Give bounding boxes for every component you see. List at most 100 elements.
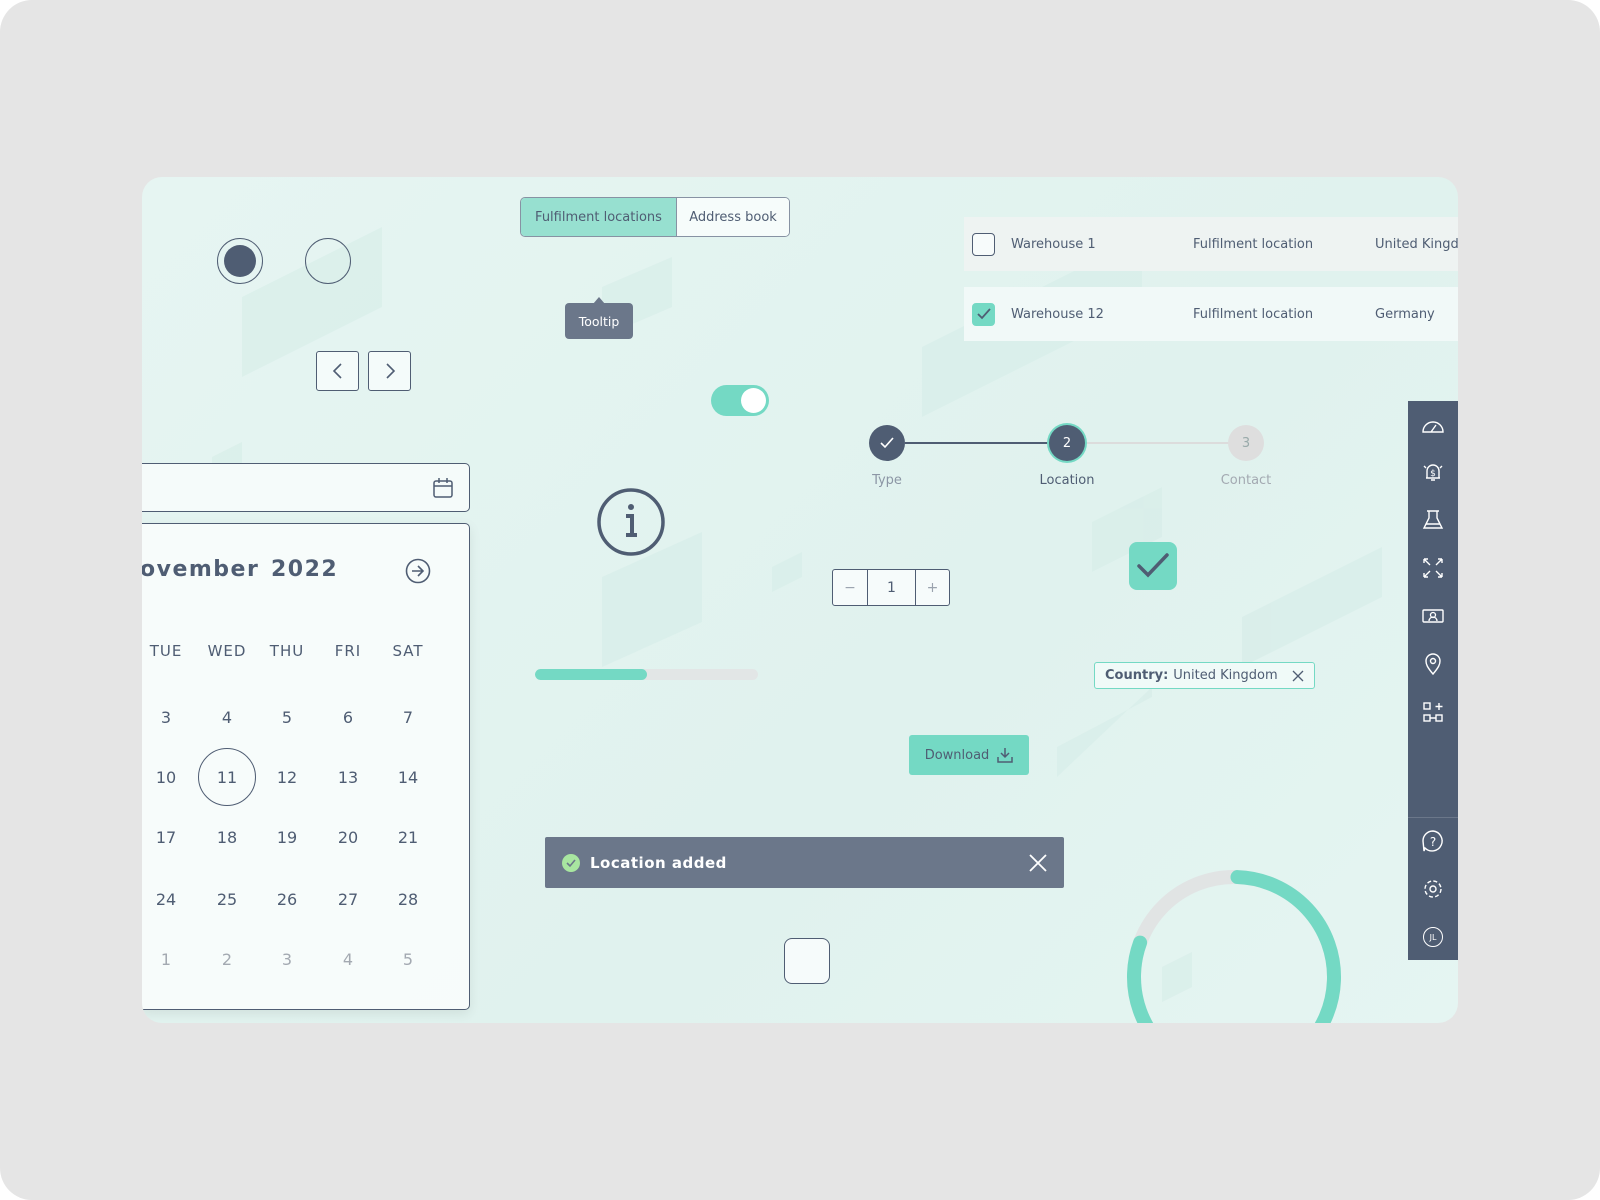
table-row[interactable]: Warehouse 1 Fulfilment location United K… <box>964 217 1458 271</box>
tag-key: Country: <box>1105 668 1169 683</box>
cell-country: Germany <box>1375 306 1435 322</box>
alarm-dollar-icon[interactable]: $ <box>1421 460 1445 484</box>
toggle-switch[interactable] <box>711 385 769 416</box>
svg-text:?: ? <box>1430 835 1436 849</box>
next-month-arrow-icon[interactable] <box>405 558 431 584</box>
calendar-day[interactable]: 11 <box>198 748 256 806</box>
check-circle-icon <box>562 853 580 872</box>
sidebar: $ ? JL <box>1408 401 1458 960</box>
calendar-day[interactable]: 7 <box>379 688 437 746</box>
calendar-day[interactable]: 19 <box>258 808 316 866</box>
download-button[interactable]: Download <box>909 735 1029 775</box>
avatar[interactable]: JL <box>1423 927 1443 947</box>
step-2-current[interactable]: 2 <box>1049 425 1085 461</box>
calendar-day[interactable]: 17 <box>142 808 195 866</box>
toast-message: Location added <box>590 853 727 872</box>
calendar-day[interactable]: 5 <box>258 688 316 746</box>
calendar-day[interactable]: 24 <box>142 870 195 928</box>
calendar-icon[interactable] <box>432 477 454 499</box>
next-page-button[interactable] <box>368 351 411 391</box>
calendar-day[interactable]: 27 <box>319 870 377 928</box>
add-module-icon[interactable] <box>1421 700 1445 724</box>
segment-fulfilment-locations[interactable]: Fulfilment locations <box>521 198 677 236</box>
table-row[interactable]: Warehouse 12 Fulfilment location Germany <box>964 287 1458 341</box>
calendar-month: ovember <box>142 557 260 582</box>
checkmark-icon <box>1137 553 1169 578</box>
weekday-header: FRI <box>334 642 362 660</box>
tag-value: United Kingdom <box>1173 668 1278 683</box>
svg-text:$: $ <box>1430 469 1436 479</box>
cell-name: Warehouse 1 <box>1011 236 1096 252</box>
weekday-header: SAT <box>392 642 424 660</box>
weekday-header: TUE <box>149 642 183 660</box>
radio-selected[interactable] <box>217 238 263 284</box>
step-label: Type <box>872 473 902 488</box>
calendar-day[interactable]: 4 <box>319 930 377 988</box>
calendar-year: 2022 <box>271 557 339 582</box>
locations-table: Warehouse 1 Fulfilment location United K… <box>964 217 1458 341</box>
calendar-day[interactable]: 14 <box>379 748 437 806</box>
filter-tag: Country: United Kingdom <box>1094 662 1315 689</box>
quantity-input[interactable]: 1 <box>868 570 916 605</box>
close-icon[interactable] <box>1029 854 1047 872</box>
expand-icon[interactable] <box>1421 556 1445 580</box>
sidebar-divider <box>1408 817 1458 818</box>
segment-address-book[interactable]: Address book <box>677 198 789 236</box>
large-checkbox-checked[interactable] <box>1129 542 1177 590</box>
calendar-day[interactable]: 4 <box>198 688 256 746</box>
radio-unselected[interactable] <box>305 238 351 284</box>
calendar-day[interactable]: 13 <box>319 748 377 806</box>
gear-icon[interactable] <box>1421 877 1445 901</box>
download-label: Download <box>924 747 990 763</box>
download-icon <box>997 748 1014 763</box>
increment-button[interactable]: + <box>916 570 949 605</box>
calendar-day[interactable]: 20 <box>319 808 377 866</box>
chevron-left-icon <box>332 363 342 379</box>
info-icon <box>597 488 665 556</box>
step-1-done[interactable] <box>869 425 905 461</box>
number-stepper: − 1 + <box>832 569 950 606</box>
location-pin-icon[interactable] <box>1421 652 1445 676</box>
calendar-day[interactable]: 10 <box>142 748 195 806</box>
progress-bar <box>535 669 758 680</box>
calendar-day[interactable]: 28 <box>379 870 437 928</box>
decrement-button[interactable]: − <box>833 570 868 605</box>
prev-page-button[interactable] <box>316 351 359 391</box>
help-icon[interactable]: ? <box>1421 829 1445 853</box>
date-input[interactable] <box>142 463 470 512</box>
row-checkbox[interactable] <box>972 232 995 256</box>
calendar-day[interactable]: 21 <box>379 808 437 866</box>
close-icon[interactable] <box>1292 670 1304 682</box>
cell-name: Warehouse 12 <box>1011 306 1104 322</box>
step-label: Contact <box>1220 473 1272 488</box>
segmented-control: Fulfilment locations Address book <box>520 197 790 237</box>
checkmark-icon <box>880 437 894 449</box>
calendar-day[interactable]: 26 <box>258 870 316 928</box>
ring-progress <box>1127 870 1341 1023</box>
calendar-day[interactable]: 18 <box>198 808 256 866</box>
flask-icon[interactable] <box>1421 508 1445 532</box>
cell-country: United Kingd <box>1375 236 1458 252</box>
checkmark-icon <box>976 308 991 320</box>
progress-fill <box>535 669 647 680</box>
cell-type: Fulfilment location <box>1193 306 1314 322</box>
calendar-day[interactable]: 3 <box>142 688 195 746</box>
calendar-day[interactable]: 25 <box>198 870 256 928</box>
speedometer-icon[interactable] <box>1421 414 1445 438</box>
step-3-upcoming[interactable]: 3 <box>1228 425 1264 461</box>
radio-dot <box>224 245 256 277</box>
calendar-day[interactable]: 1 <box>142 930 195 988</box>
step-label: Location <box>1039 473 1095 488</box>
row-checkbox-checked[interactable] <box>972 302 995 326</box>
chevron-right-icon <box>385 363 395 379</box>
ui-kit-canvas: Fulfilment locations Address book Toolti… <box>142 177 1458 1023</box>
cell-type: Fulfilment location <box>1193 236 1314 252</box>
money-user-icon[interactable] <box>1421 604 1445 628</box>
calendar-day[interactable]: 6 <box>319 688 377 746</box>
empty-checkbox[interactable] <box>784 938 830 984</box>
calendar-day[interactable]: 5 <box>379 930 437 988</box>
calendar-day[interactable]: 12 <box>258 748 316 806</box>
calendar-day[interactable]: 2 <box>198 930 256 988</box>
calendar-day[interactable]: 3 <box>258 930 316 988</box>
weekday-header: THU <box>269 642 305 660</box>
